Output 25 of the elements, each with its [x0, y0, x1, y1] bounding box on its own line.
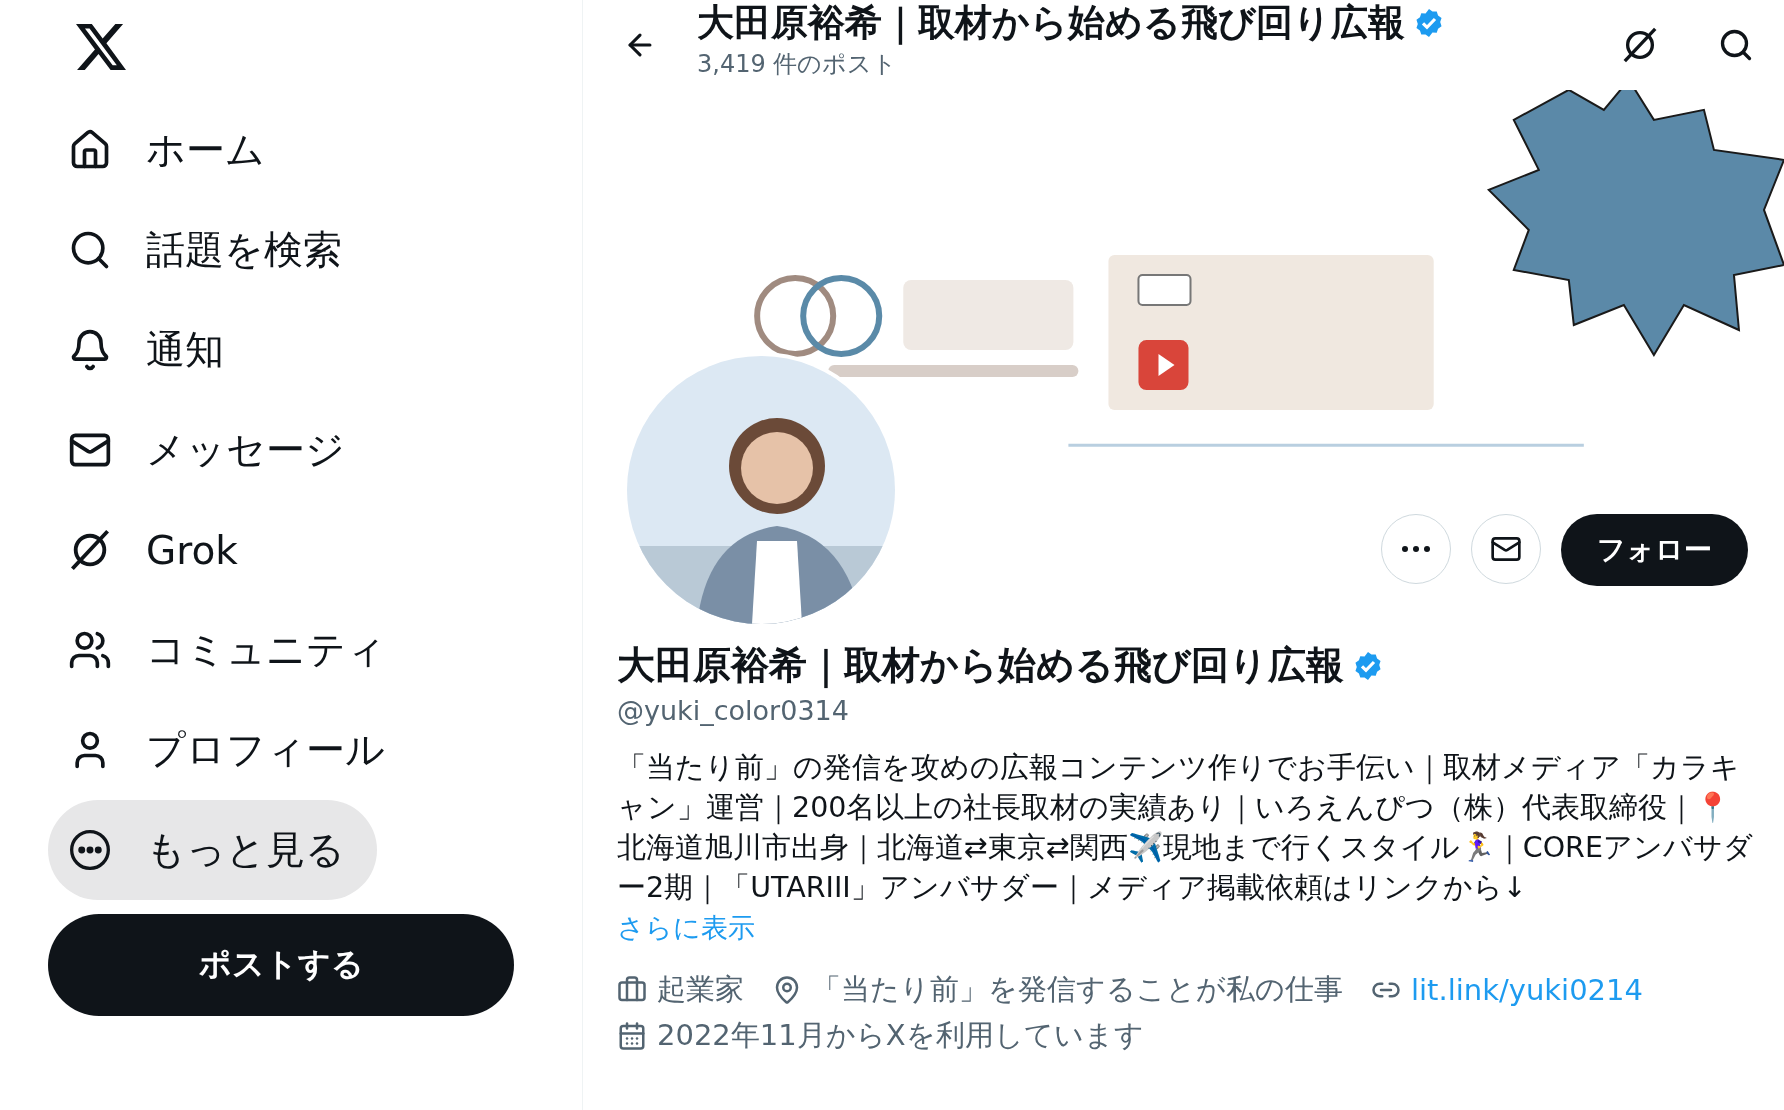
profile-meta-text: 起業家 — [657, 971, 744, 1008]
profile-name: 大田原裕希｜取材から始める飛び回り広報 — [617, 642, 1344, 690]
ellipsis-icon — [1402, 546, 1430, 552]
nav-item[interactable]: 話題を検索 — [48, 200, 374, 300]
nav-item[interactable]: もっと見る — [48, 800, 377, 900]
nav-item[interactable]: メッセージ — [48, 400, 377, 500]
calendar-icon — [617, 1021, 647, 1051]
profile-meta-text: 2022年11月からXを利用しています — [657, 1017, 1144, 1054]
profile-bio: 「当たり前」の発信を攻めの広報コンテンツ作りでお手伝い｜取材メディア「カラキャン」運営｜200名以上の社長取材の実績あり｜いろえんぴつ（株）代表取締役｜📍北海道旭川市出身｜北海道⇄東京⇄関西✈現地まで行くスタイル🏃‍♀｜COREアンバサダー2期｜「UTARIII」アンバサダー｜メディア掲載依頼はリンクから↓ — [617, 750, 1754, 907]
ellipsis-circle-icon — [68, 828, 112, 872]
nav-item[interactable]: 通知 — [48, 300, 256, 400]
follow-button[interactable]: フォロー — [1561, 514, 1748, 586]
post-count: 3,419 件のポスト — [697, 49, 899, 80]
profile-handle: @yuki_color0314 — [617, 695, 850, 726]
profile-meta-text: 「当たり前」を発信することが私の仕事 — [812, 971, 1343, 1008]
search-icon[interactable] — [1718, 27, 1754, 63]
profile-title: 大田原裕希｜取材から始める飛び回り広報 — [697, 0, 1405, 47]
grok-icon — [1621, 26, 1659, 64]
nav-item[interactable]: プロフィール — [48, 700, 417, 800]
post-button[interactable]: ポストする — [48, 914, 514, 1016]
nav-item[interactable]: Grok — [48, 500, 270, 600]
nav-item[interactable]: ホーム — [48, 100, 297, 200]
nav-item[interactable]: コミュニティ — [48, 600, 418, 700]
grok-icon — [68, 528, 112, 572]
x-logo-icon[interactable] — [76, 24, 126, 70]
